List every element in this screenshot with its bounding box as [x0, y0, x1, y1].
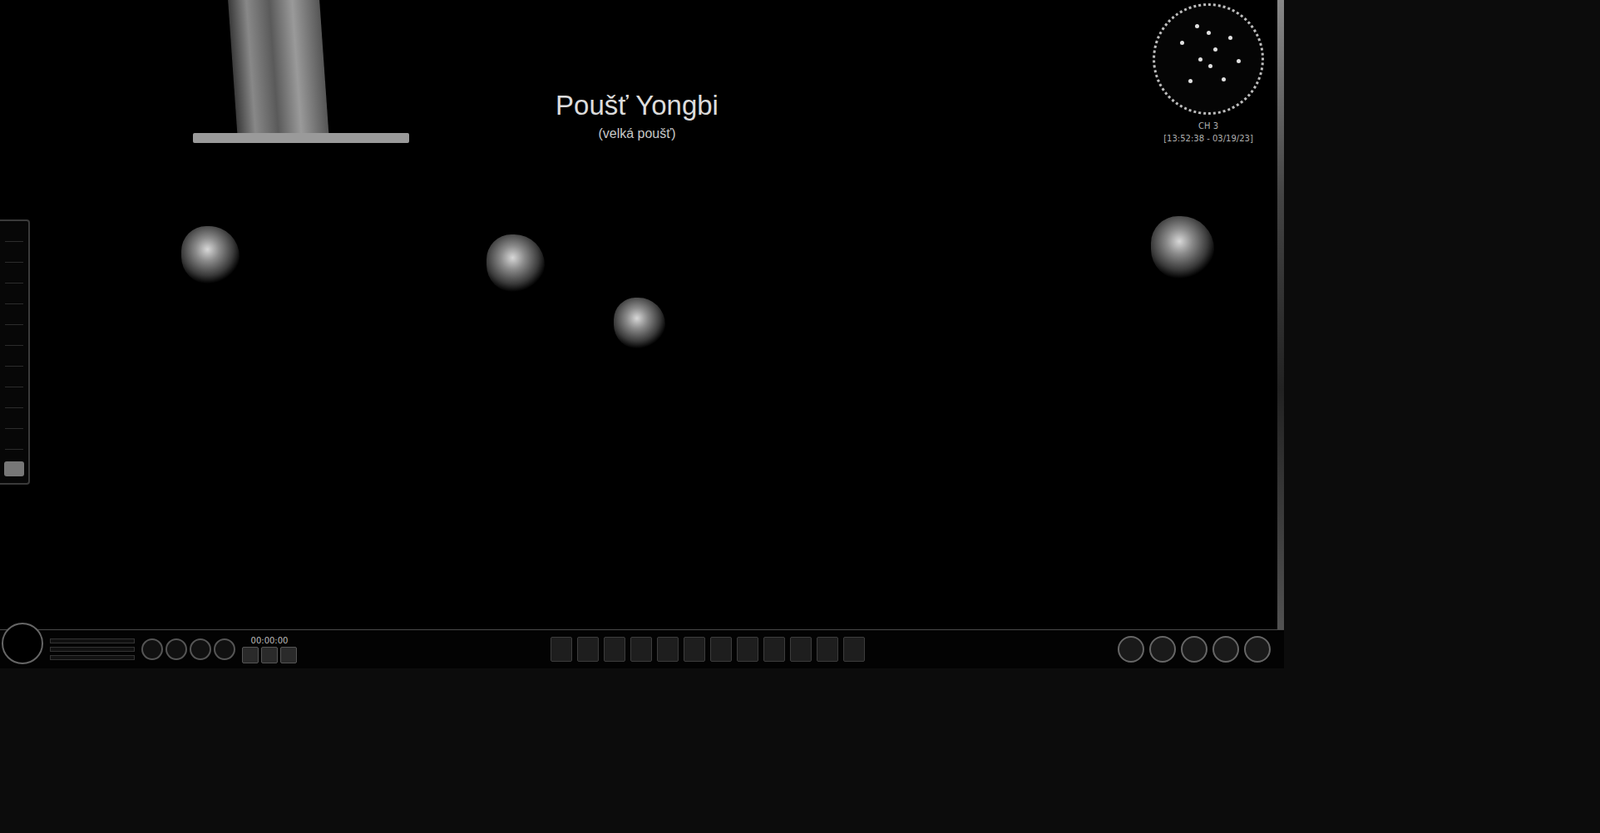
quickslot-bar — [550, 637, 865, 662]
system-button-icon[interactable] — [1180, 636, 1208, 663]
toolbar-slot[interactable] — [4, 373, 24, 388]
map-dot — [1198, 57, 1203, 62]
quickslot[interactable] — [763, 637, 786, 662]
toolbar-slot[interactable] — [4, 435, 24, 450]
round-buttons — [141, 638, 236, 661]
gauge — [49, 655, 135, 661]
quickslot[interactable] — [816, 637, 839, 662]
gauges — [49, 638, 135, 661]
quickslot[interactable] — [577, 637, 599, 662]
pillar-base — [192, 133, 410, 144]
monster[interactable] — [613, 297, 666, 350]
status-group: 00:00:00 — [1, 634, 297, 665]
system-button-icon[interactable] — [1117, 636, 1145, 663]
skill-button-icon[interactable] — [241, 646, 259, 664]
quickslot[interactable] — [736, 637, 759, 662]
map-dot — [1221, 77, 1226, 82]
toolbar-slot[interactable] — [4, 394, 24, 409]
system-button-icon[interactable] — [1244, 636, 1271, 663]
map-dot — [1180, 40, 1185, 45]
quickslot[interactable] — [710, 637, 732, 662]
skill-button-icon[interactable] — [261, 646, 278, 664]
toolbar-slot[interactable] — [4, 311, 24, 326]
clock-label: [13:52:38 - 03/19/23] — [1163, 133, 1254, 144]
toolbar-slot[interactable] — [4, 227, 24, 242]
zone-name: Poušť Yongbi — [555, 89, 719, 122]
screen: Poušť Yongbi (velká poušť) CH 3 [13:52:38 -… — [0, 0, 1600, 833]
map-dot — [1188, 79, 1193, 84]
toolbar-slot[interactable] — [4, 414, 24, 430]
skill-button-icon[interactable] — [280, 646, 297, 664]
map-dot — [1228, 35, 1233, 40]
hp-orb — [1, 622, 44, 665]
zone-subtitle: (velká poušť) — [597, 126, 676, 142]
gauge — [49, 638, 135, 644]
quickslot[interactable] — [656, 637, 679, 662]
system-buttons — [1117, 636, 1271, 663]
game-viewport[interactable]: Poušť Yongbi (velká poušť) CH 3 [13:52:38 -… — [0, 0, 1284, 669]
map-dot — [1236, 59, 1241, 64]
map-dot — [1208, 64, 1213, 69]
pillar — [227, 0, 330, 140]
timer: 00:00:00 — [251, 636, 289, 646]
system-button-icon[interactable] — [1212, 636, 1240, 663]
minimap-panel: CH 3 [13:52:38 - 03/19/23] — [1137, 3, 1280, 144]
menu-button-icon[interactable] — [141, 638, 163, 661]
left-toolbar — [0, 219, 30, 485]
quickslot[interactable] — [683, 637, 706, 662]
map-dot — [1213, 47, 1218, 52]
gauge — [49, 646, 135, 652]
quickslot[interactable] — [790, 637, 812, 662]
bottom-bar: 00:00:00 — [0, 629, 1284, 669]
map-dot — [1206, 30, 1211, 35]
monster[interactable] — [181, 226, 240, 285]
quickslot[interactable] — [843, 637, 865, 662]
menu-button-icon[interactable] — [213, 638, 236, 661]
square-buttons — [241, 646, 297, 664]
minimap[interactable] — [1152, 3, 1265, 115]
zone-title: Poušť Yongbi (velká poušť) — [470, 89, 804, 142]
quickslot[interactable] — [550, 637, 573, 662]
monster[interactable] — [1150, 216, 1215, 280]
map-dot — [1195, 24, 1200, 29]
toolbar-slot[interactable] — [4, 269, 24, 284]
system-button-icon[interactable] — [1149, 636, 1176, 663]
monster[interactable] — [486, 234, 545, 293]
toolbar-slot[interactable] — [4, 352, 24, 367]
channel-label: CH 3 — [1198, 121, 1219, 131]
menu-button-icon[interactable] — [189, 638, 212, 661]
menu-button-icon[interactable] — [165, 638, 188, 661]
toolbar-toggle-icon[interactable] — [4, 461, 25, 477]
right-edge-bar — [1277, 0, 1284, 649]
quickslot[interactable] — [603, 637, 626, 662]
timer-group: 00:00:00 — [241, 636, 297, 664]
quickslot[interactable] — [630, 637, 652, 662]
toolbar-slot[interactable] — [4, 290, 24, 305]
toolbar-slot[interactable] — [4, 331, 24, 346]
toolbar-slot[interactable] — [4, 248, 24, 263]
